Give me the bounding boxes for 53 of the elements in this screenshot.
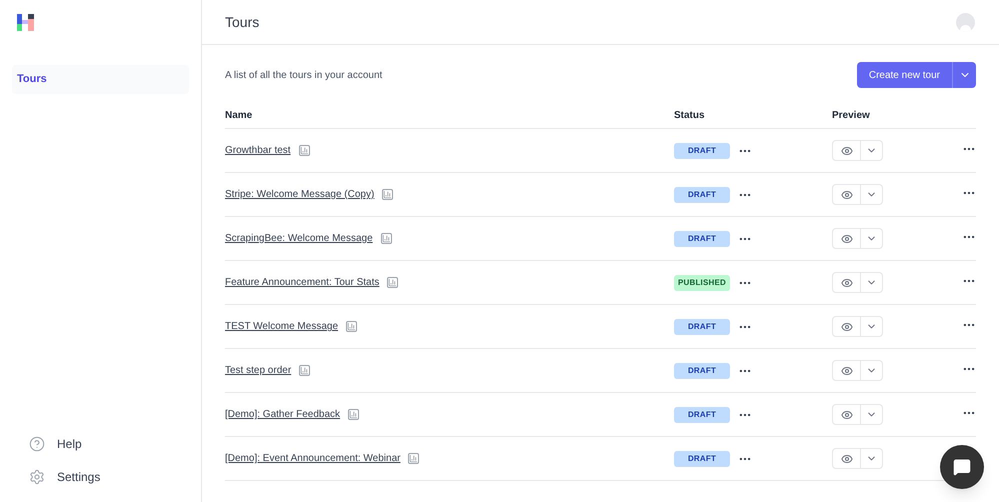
status-badge: DRAFT xyxy=(674,230,730,246)
help-icon xyxy=(29,436,45,452)
stats-icon[interactable] xyxy=(348,409,360,420)
column-header: Name xyxy=(225,109,254,123)
page-title: Tours xyxy=(225,12,260,32)
status-badge: DRAFT xyxy=(674,318,730,334)
eye-icon[interactable] xyxy=(840,276,852,288)
sidebar-item[interactable]: Tours xyxy=(12,65,189,94)
status-badge: DRAFT xyxy=(674,450,730,466)
eye-icon[interactable] xyxy=(840,188,852,200)
tour-link[interactable]: Test step order xyxy=(225,363,292,378)
tour-link[interactable]: [Demo]: Gather Feedback xyxy=(225,407,340,422)
column-header: Preview xyxy=(832,109,871,123)
status-badge: PUBLISHED xyxy=(674,274,730,290)
eye-icon[interactable] xyxy=(840,144,852,156)
column-header: Status xyxy=(674,109,706,123)
eye-icon[interactable] xyxy=(840,452,852,464)
stats-icon[interactable] xyxy=(298,145,310,156)
preview-button-group[interactable] xyxy=(832,404,883,425)
stats-icon[interactable] xyxy=(387,277,398,288)
preview-button-group[interactable] xyxy=(832,360,883,381)
status-badge: DRAFT xyxy=(674,406,730,422)
chat-icon xyxy=(953,458,971,476)
preview-button-group[interactable] xyxy=(832,184,883,205)
preview-button-group[interactable] xyxy=(832,448,883,469)
stats-icon[interactable] xyxy=(380,233,392,244)
preview-button-group[interactable] xyxy=(832,272,883,293)
tour-link[interactable]: [Demo]: Event Announcement: Webinar xyxy=(225,451,400,466)
sidebar-link[interactable]: Settings xyxy=(57,468,100,486)
tour-link[interactable]: Growthbar test xyxy=(225,143,291,158)
stats-icon[interactable] xyxy=(299,365,310,376)
eye-icon[interactable] xyxy=(840,364,852,376)
settings-icon xyxy=(29,469,45,485)
intro-text: A list of all the tours in your account xyxy=(225,68,382,82)
sidebar-link[interactable]: Help xyxy=(57,435,82,453)
stats-icon[interactable] xyxy=(408,453,420,464)
logo-icon xyxy=(17,14,34,31)
eye-icon[interactable] xyxy=(840,232,852,244)
tour-link[interactable]: Feature Announcement: Tour Stats xyxy=(225,275,380,290)
tour-link[interactable]: Stripe: Welcome Message (Copy) xyxy=(225,187,374,202)
chat-button[interactable] xyxy=(940,445,984,489)
status-badge: DRAFT xyxy=(674,186,730,202)
eye-icon[interactable] xyxy=(840,408,852,420)
stats-icon[interactable] xyxy=(382,189,394,200)
stats-icon[interactable] xyxy=(346,321,358,332)
eye-icon[interactable] xyxy=(840,320,852,332)
tour-link[interactable]: TEST Welcome Message xyxy=(225,319,338,334)
preview-button-group[interactable] xyxy=(832,228,883,249)
status-badge: DRAFT xyxy=(674,362,730,378)
preview-button-group[interactable] xyxy=(832,140,883,161)
preview-button-group[interactable] xyxy=(832,316,883,337)
status-badge: DRAFT xyxy=(674,142,730,158)
tour-link[interactable]: ScrapingBee: Welcome Message xyxy=(225,231,373,246)
